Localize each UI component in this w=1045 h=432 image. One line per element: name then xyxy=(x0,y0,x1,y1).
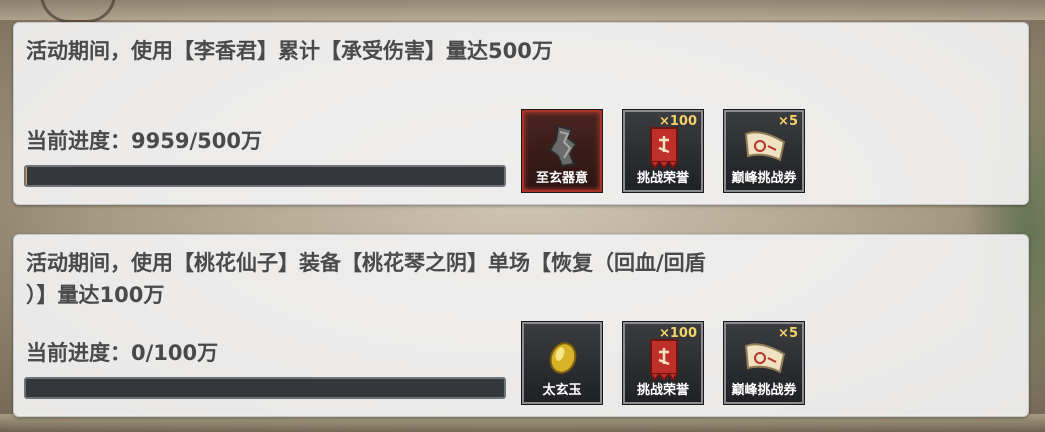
progress-bar xyxy=(24,165,506,187)
reward-name: 太玄玉 xyxy=(542,383,582,398)
reward-count: ×100 xyxy=(658,114,697,129)
reward-count: ×100 xyxy=(658,326,697,341)
reward-slot[interactable]: ×100 挑战荣誉 xyxy=(623,110,703,192)
reward-name: 挑战荣誉 xyxy=(636,383,689,398)
jade-stone-icon xyxy=(549,342,577,374)
reward-name: 挑战荣誉 xyxy=(636,171,689,186)
reward-name: 至玄器意 xyxy=(535,171,588,186)
progress-bar xyxy=(24,377,506,399)
reward-name: 巅峰挑战券 xyxy=(731,171,797,186)
task-description: 活动期间，使用【李香君】累计【承受伤害】量达500万 xyxy=(26,39,553,63)
progress-label: 当前进度：0/100万 xyxy=(26,341,219,365)
reward-count: ×5 xyxy=(778,326,798,341)
reward-slot[interactable]: ×5 巅峰挑战券 xyxy=(724,322,804,404)
reward-name: 巅峰挑战券 xyxy=(731,383,797,398)
reward-slot[interactable]: 太玄玉 xyxy=(522,322,602,404)
artifact-shard-icon xyxy=(548,124,578,168)
task-card: 活动期间，使用【桃花仙子】装备【桃花琴之阴】单场【恢复（回血/回盾 ）】量达10… xyxy=(13,234,1029,417)
progress-label: 当前进度：9959/500万 xyxy=(26,129,262,153)
reward-slot[interactable]: ×5 巅峰挑战券 xyxy=(724,110,804,192)
reward-slot[interactable]: ×100 挑战荣誉 xyxy=(623,322,703,404)
reward-slot[interactable]: 至玄器意 xyxy=(522,110,602,192)
reward-count: ×5 xyxy=(778,114,798,129)
task-description: 活动期间，使用【桃花仙子】装备【桃花琴之阴】单场【恢复（回血/回盾 ）】量达10… xyxy=(26,251,706,307)
progress-fill xyxy=(26,167,27,185)
scroll-top-edge xyxy=(0,0,1045,20)
task-card: 活动期间，使用【李香君】累计【承受伤害】量达500万 当前进度：9959/500… xyxy=(13,22,1029,205)
